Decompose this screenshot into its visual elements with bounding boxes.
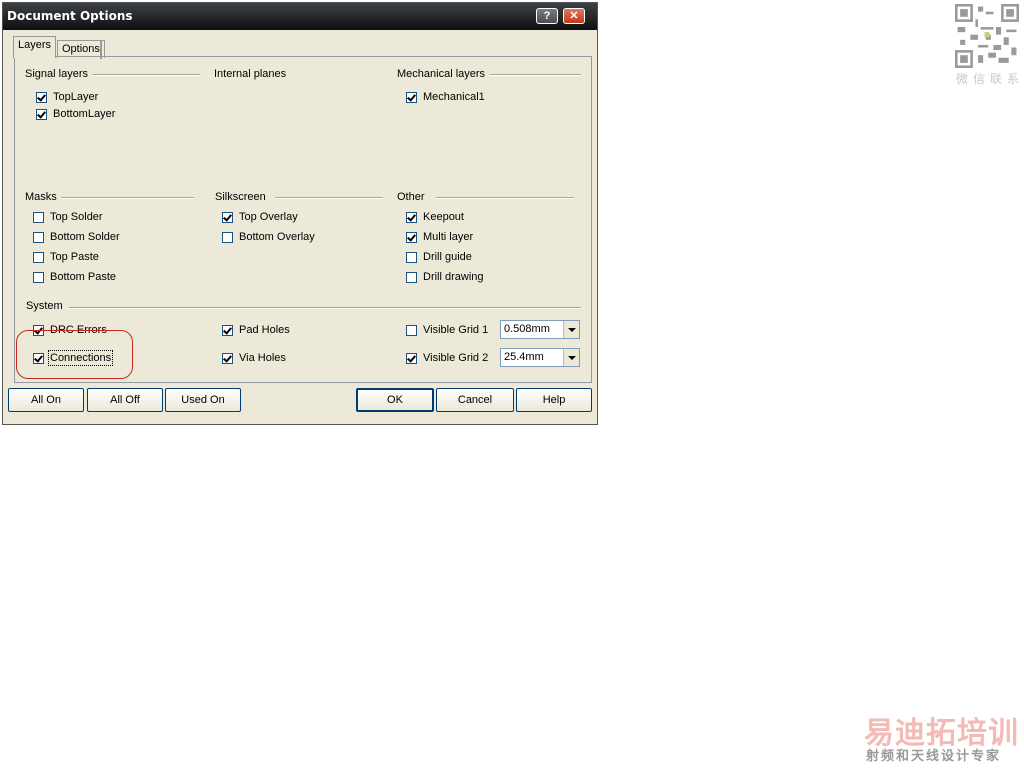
signal-layers-label: Signal layers (25, 68, 88, 80)
other-divider (436, 197, 574, 199)
checkbox-box[interactable] (33, 251, 44, 263)
watermark-tagline: 射频和天线设计专家 (866, 749, 1002, 764)
pad-holes-label: Pad Holes (239, 324, 290, 336)
keepout-label: Keepout (423, 211, 464, 223)
mechanical-layers-label: Mechanical layers (397, 68, 486, 80)
mechanical-layers-divider (489, 74, 581, 76)
help-button[interactable]: Help (516, 388, 592, 412)
visible-grid-2-label: Visible Grid 2 (423, 352, 489, 364)
chevron-down-icon[interactable] (563, 349, 579, 366)
help-title-button[interactable]: ? (536, 8, 558, 24)
mechanical1-label: Mechanical1 (423, 91, 485, 103)
masks-label: Masks (25, 191, 57, 203)
bottomlayer-label: BottomLayer (53, 108, 116, 120)
checkbox-box[interactable] (406, 352, 417, 364)
visible-grid-1-select[interactable]: 0.508mm (500, 320, 580, 339)
all-on-button[interactable]: All On (8, 388, 84, 412)
drill-guide-label: Drill guide (423, 251, 472, 263)
drill-guide-checkbox[interactable]: Drill guide (406, 249, 472, 265)
tab-options-label: Options (62, 43, 100, 55)
checkbox-box[interactable] (406, 91, 417, 103)
checkbox-box[interactable] (406, 271, 417, 283)
chevron-down-icon[interactable] (563, 321, 579, 338)
qr-code-icon (955, 4, 1019, 68)
bottom-overlay-label: Bottom Overlay (239, 231, 315, 243)
window-title: Document Options (7, 9, 133, 23)
visible-grid-2-value: 25.4mm (504, 351, 544, 363)
all-off-button[interactable]: All Off (87, 388, 163, 412)
top-overlay-checkbox[interactable]: Top Overlay (222, 209, 298, 225)
checkbox-box[interactable] (222, 324, 233, 336)
title-bar[interactable]: Document Options ? ✕ (3, 3, 597, 30)
checkbox-box[interactable] (33, 211, 44, 223)
cancel-button[interactable]: Cancel (436, 388, 514, 412)
system-divider (69, 307, 581, 309)
tab-layers[interactable]: Layers (13, 36, 57, 58)
mechanical1-checkbox[interactable]: Mechanical1 (406, 89, 485, 105)
visible-grid-2-checkbox[interactable]: Visible Grid 2 (406, 350, 488, 366)
qr-caption: 微信联系 (956, 72, 1024, 86)
top-paste-checkbox[interactable]: Top Paste (33, 249, 99, 265)
checkbox-box[interactable] (406, 211, 417, 223)
bottom-solder-label: Bottom Solder (50, 231, 120, 243)
silkscreen-label: Silkscreen (215, 191, 266, 203)
pad-holes-checkbox[interactable]: Pad Holes (222, 322, 290, 338)
via-holes-label: Via Holes (239, 352, 286, 364)
checkbox-box[interactable] (406, 251, 417, 263)
checkbox-box[interactable] (406, 231, 417, 243)
checkbox-box[interactable] (33, 231, 44, 243)
checkbox-box[interactable] (36, 108, 47, 120)
checkbox-box[interactable] (33, 271, 44, 283)
visible-grid-1-value: 0.508mm (504, 323, 550, 335)
highlight-annotation (16, 330, 133, 379)
other-label: Other (397, 191, 425, 203)
silkscreen-divider (275, 197, 383, 199)
bottom-overlay-checkbox[interactable]: Bottom Overlay (222, 229, 315, 245)
internal-planes-label: Internal planes (214, 68, 287, 80)
via-holes-checkbox[interactable]: Via Holes (222, 350, 286, 366)
drill-drawing-label: Drill drawing (423, 271, 484, 283)
checkbox-box[interactable] (406, 324, 417, 336)
drill-drawing-checkbox[interactable]: Drill drawing (406, 269, 484, 285)
multi-layer-checkbox[interactable]: Multi layer (406, 229, 473, 245)
toplayer-checkbox[interactable]: TopLayer (36, 89, 98, 105)
keepout-checkbox[interactable]: Keepout (406, 209, 464, 225)
checkbox-box[interactable] (36, 91, 47, 103)
bottom-paste-label: Bottom Paste (50, 271, 117, 283)
visible-grid-1-checkbox[interactable]: Visible Grid 1 (406, 322, 488, 338)
signal-layers-divider (92, 74, 200, 76)
visible-grid-1-label: Visible Grid 1 (423, 324, 489, 336)
top-solder-checkbox[interactable]: Top Solder (33, 209, 103, 225)
checkbox-box[interactable] (222, 231, 233, 243)
checkbox-box[interactable] (222, 352, 233, 364)
top-overlay-label: Top Overlay (239, 211, 298, 223)
toplayer-label: TopLayer (53, 91, 99, 103)
top-paste-label: Top Paste (50, 251, 99, 263)
tab-layers-label: Layers (18, 39, 52, 51)
bottomlayer-checkbox[interactable]: BottomLayer (36, 106, 115, 122)
top-solder-label: Top Solder (50, 211, 103, 223)
checkbox-box[interactable] (222, 211, 233, 223)
bottom-paste-checkbox[interactable]: Bottom Paste (33, 269, 116, 285)
system-label: System (26, 300, 63, 312)
multi-layer-label: Multi layer (423, 231, 474, 243)
close-button[interactable]: ✕ (563, 8, 585, 24)
ok-button[interactable]: OK (356, 388, 434, 412)
bottom-solder-checkbox[interactable]: Bottom Solder (33, 229, 120, 245)
masks-divider (61, 197, 194, 199)
used-on-button[interactable]: Used On (165, 388, 241, 412)
visible-grid-2-select[interactable]: 25.4mm (500, 348, 580, 367)
